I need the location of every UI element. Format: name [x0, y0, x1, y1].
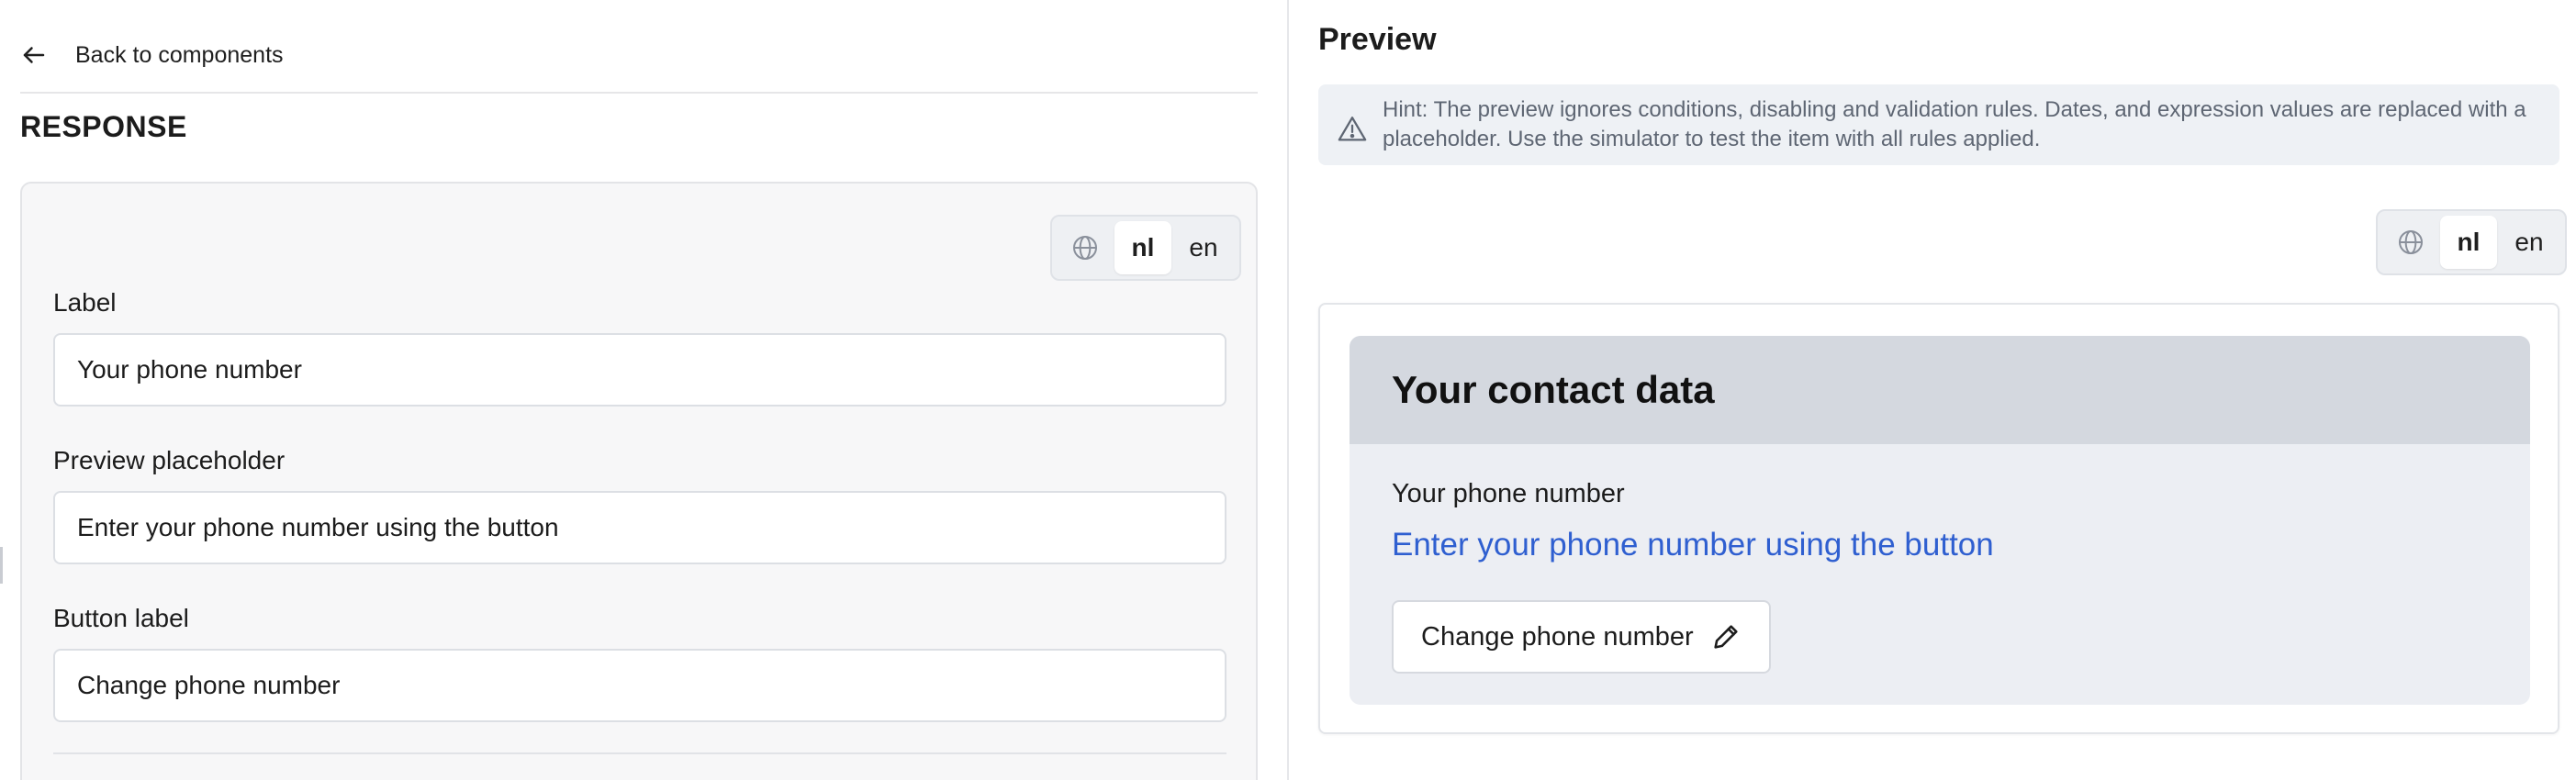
preview-title: Preview: [1318, 22, 1437, 57]
preview-language-toggle: nl en: [2376, 209, 2567, 275]
button-label-input[interactable]: [53, 649, 1226, 722]
hint-text: Hint: The preview ignores conditions, di…: [1383, 97, 2526, 151]
contact-data-card: Your contact data Your phone number Ente…: [1350, 336, 2530, 705]
contact-card-heading: Your contact data: [1392, 368, 1715, 411]
app-root: Back to components RESPONSE nl en Label …: [0, 0, 2576, 780]
arrow-left-icon: [23, 47, 45, 63]
language-toggle: nl en: [1050, 215, 1241, 281]
globe-icon: [1059, 222, 1111, 273]
form-divider: [53, 752, 1226, 754]
label-field-label: Label: [53, 288, 117, 317]
preview-placeholder-label: Preview placeholder: [53, 446, 286, 474]
back-label: Back to components: [75, 41, 284, 68]
panel-resize-handle[interactable]: [0, 547, 3, 584]
lang-option-en[interactable]: en: [1175, 221, 1232, 274]
back-to-components-link[interactable]: Back to components: [20, 33, 284, 77]
label-input[interactable]: [53, 333, 1226, 407]
preview-lang-option-nl[interactable]: nl: [2440, 216, 2497, 269]
preview-lang-option-en[interactable]: en: [2501, 216, 2558, 269]
contact-card-header: Your contact data: [1350, 336, 2530, 444]
header-divider: [20, 92, 1258, 94]
globe-icon: [2385, 217, 2436, 268]
preview-placeholder-input[interactable]: [53, 491, 1226, 564]
response-form-card: nl en Label Preview placeholder Button l…: [20, 182, 1258, 780]
lang-option-nl[interactable]: nl: [1114, 221, 1171, 274]
pencil-icon: [1714, 625, 1738, 649]
hint-banner: Hint: The preview ignores conditions, di…: [1318, 84, 2559, 165]
phone-field-label: Your phone number: [1392, 479, 1625, 508]
phone-placeholder-text: Enter your phone number using the button: [1392, 527, 1994, 563]
section-title: RESPONSE: [20, 110, 187, 143]
preview-panel: Preview Hint: The preview ignores condit…: [1289, 0, 2576, 780]
editor-panel: Back to components RESPONSE nl en Label …: [0, 0, 1287, 780]
warning-icon: [1338, 117, 1367, 141]
button-label-label: Button label: [53, 604, 189, 632]
change-phone-number-button[interactable]: Change phone number: [1392, 600, 1771, 674]
preview-frame: Your contact data Your phone number Ente…: [1318, 303, 2559, 734]
change-button-label: Change phone number: [1421, 621, 1694, 652]
